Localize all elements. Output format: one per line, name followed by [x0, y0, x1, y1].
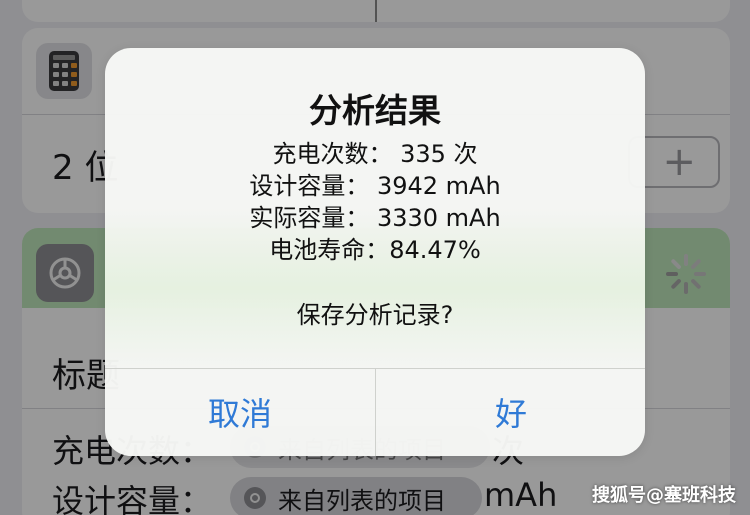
ok-button[interactable]: 好	[376, 368, 645, 456]
alert-message: 充电次数： 335 次 设计容量： 3942 mAh 实际容量： 3330 mA…	[105, 138, 645, 266]
save-record-prompt: 保存分析记录?	[296, 301, 454, 329]
watermark: 搜狐号@塞班科技	[592, 485, 736, 506]
design-capacity-line: 设计容量： 3942 mAh	[249, 172, 501, 200]
charge-count-line: 充电次数： 335 次	[272, 140, 478, 168]
alert-title: 分析结果	[309, 91, 441, 130]
analysis-result-alert: 分析结果 充电次数： 335 次 设计容量： 3942 mAh 实际容量： 33…	[105, 48, 645, 456]
cancel-button[interactable]: 取消	[105, 368, 375, 456]
battery-life-line: 电池寿命：84.47%	[269, 236, 481, 264]
actual-capacity-line: 实际容量： 3330 mAh	[249, 204, 501, 232]
